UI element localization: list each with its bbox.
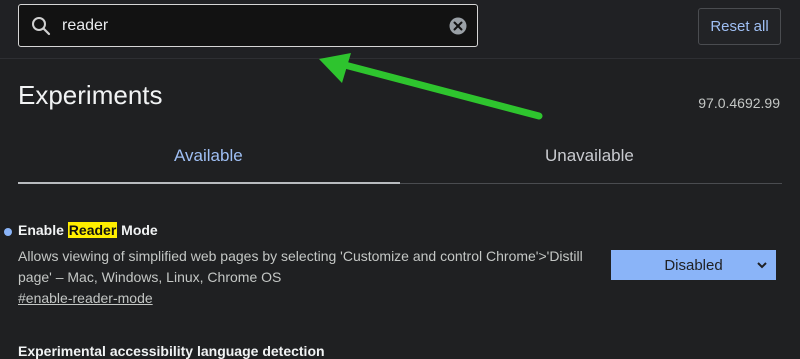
flag-title: Enable Reader Mode [18, 222, 158, 238]
search-box[interactable] [18, 4, 478, 47]
tab-unavailable[interactable]: Unavailable [545, 146, 634, 166]
clear-search-icon[interactable] [449, 17, 467, 35]
modified-dot-icon [4, 228, 12, 236]
page-title: Experiments [18, 80, 163, 110]
flag-title-prefix: Enable [18, 222, 68, 238]
next-flag-title: Experimental accessibility language dete… [18, 343, 325, 359]
flag-permalink[interactable]: #enable-reader-mode [18, 290, 153, 306]
tab-available[interactable]: Available [174, 146, 243, 166]
search-match-highlight: Reader [67, 222, 118, 238]
search-header: Reset all [0, 0, 800, 59]
flag-state-select[interactable]: Disabled [611, 250, 776, 280]
reset-all-button[interactable]: Reset all [698, 8, 781, 45]
search-icon [32, 17, 51, 36]
annotation-arrow [319, 53, 543, 120]
tab-divider [400, 183, 782, 184]
flag-description: Allows viewing of simplified web pages b… [18, 248, 583, 285]
chevron-down-icon [757, 262, 767, 269]
flag-state-value: Disabled [664, 256, 723, 274]
flag-title-suffix: Mode [117, 222, 158, 238]
tab-active-indicator [18, 182, 400, 184]
search-input[interactable] [59, 11, 442, 41]
version-label: 97.0.4692.99 [698, 95, 780, 111]
